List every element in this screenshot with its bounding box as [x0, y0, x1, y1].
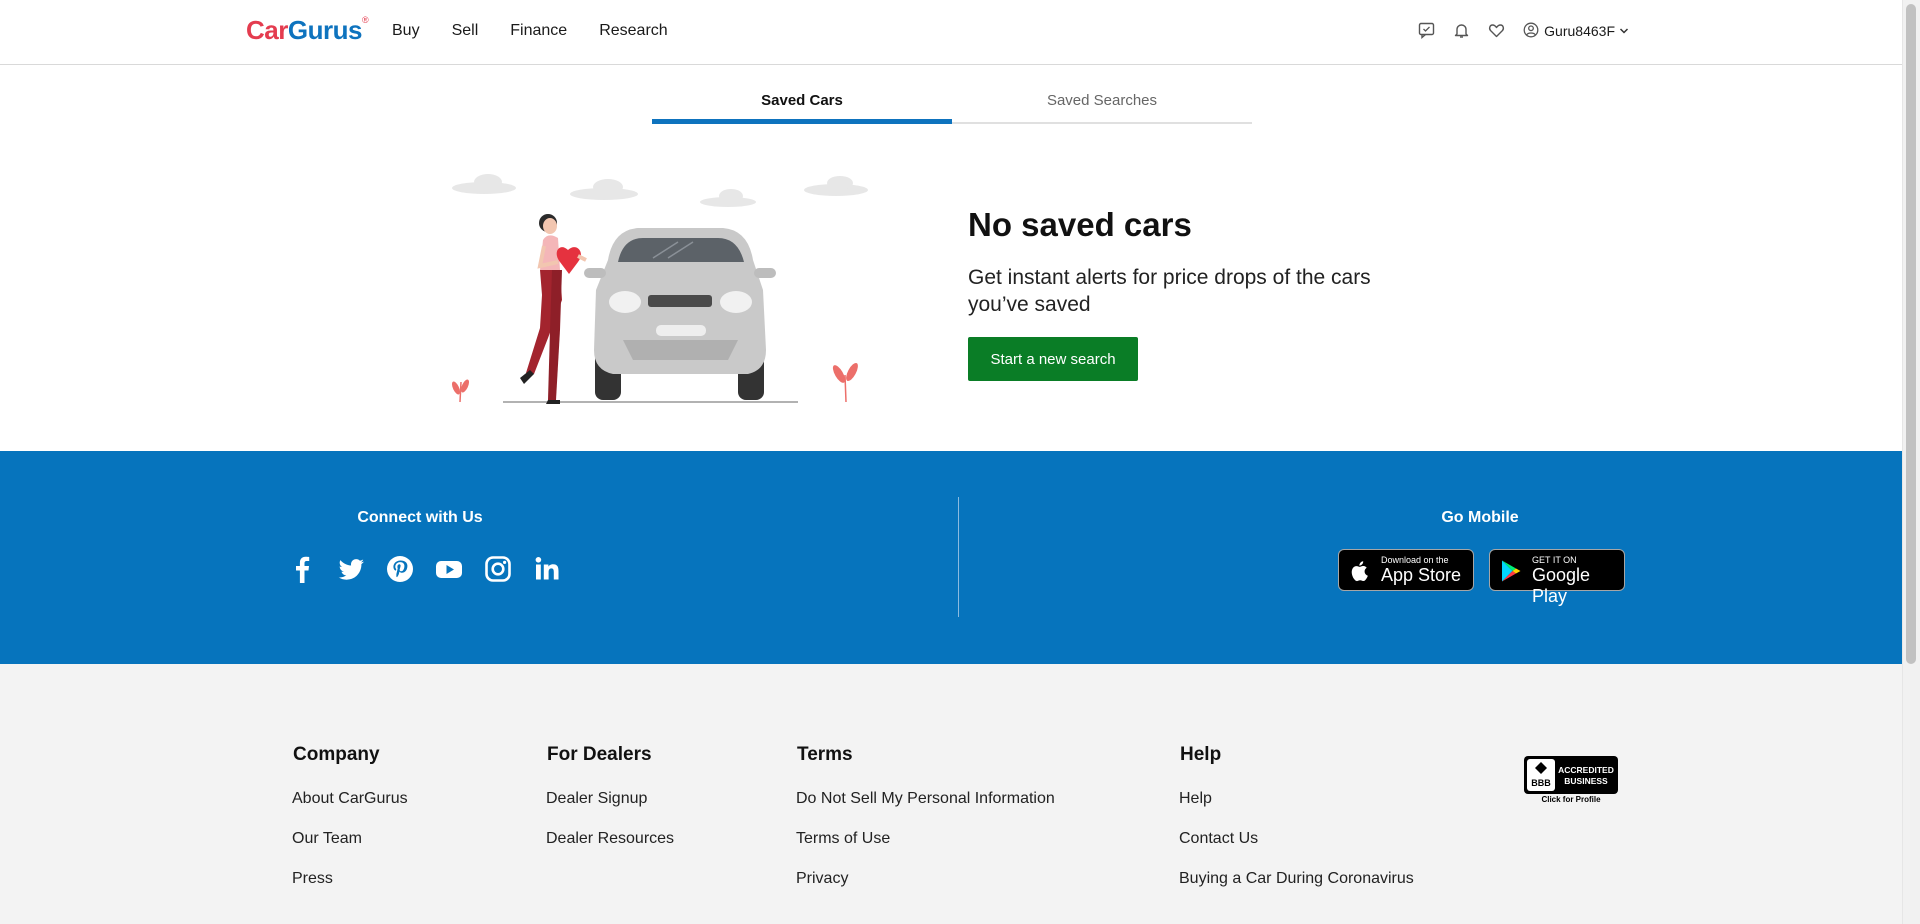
- nav-finance[interactable]: Finance: [510, 22, 567, 40]
- footer-link-contact[interactable]: Contact Us: [1179, 830, 1414, 848]
- footer-col-dealers: For Dealers Dealer Signup Dealer Resourc…: [546, 744, 674, 870]
- apple-icon: [1351, 561, 1368, 582]
- footer-col-help: Help Help Contact Us Buying a Car During…: [1179, 744, 1414, 910]
- empty-state-illustration: [451, 174, 868, 404]
- connect-title: Connect with Us: [357, 509, 483, 526]
- username-label: Guru8463F: [1544, 22, 1615, 39]
- tab-saved-searches[interactable]: Saved Searches: [952, 88, 1252, 122]
- footer-link-help[interactable]: Help: [1179, 790, 1414, 808]
- footer-link-terms-of-use[interactable]: Terms of Use: [796, 830, 1055, 848]
- nav-buy[interactable]: Buy: [392, 22, 420, 40]
- footer-col-terms: Terms Do Not Sell My Personal Informatio…: [796, 744, 1055, 910]
- footer-link-dealer-signup[interactable]: Dealer Signup: [546, 790, 674, 808]
- twitter-icon[interactable]: [336, 554, 366, 584]
- linkedin-icon[interactable]: [532, 554, 562, 584]
- bbb-line2: BUSINESS: [1564, 776, 1608, 786]
- footer-link-do-not-sell[interactable]: Do Not Sell My Personal Information: [796, 790, 1055, 808]
- facebook-icon[interactable]: [287, 554, 317, 584]
- pinterest-icon[interactable]: [385, 554, 415, 584]
- user-menu[interactable]: Guru8463F: [1523, 22, 1629, 39]
- footer-heading-help: Help: [1180, 744, 1222, 765]
- google-play-badge[interactable]: GET IT ON Google Play: [1489, 549, 1625, 606]
- bbb-line1: ACCREDITED: [1558, 765, 1614, 775]
- google-play-icon: [1502, 560, 1521, 582]
- chevron-down-icon: [1619, 23, 1629, 39]
- main-nav: Buy Sell Finance Research: [392, 22, 700, 40]
- footer-link-coronavirus[interactable]: Buying a Car During Coronavirus: [1179, 870, 1414, 888]
- empty-state-subtitle: Get instant alerts for price drops of th…: [968, 266, 1371, 316]
- app-store-small-text: Download on the: [1381, 555, 1449, 565]
- google-play-small-text: GET IT ON: [1532, 555, 1577, 565]
- footer-link-about[interactable]: About CarGurus: [292, 790, 408, 808]
- nav-research[interactable]: Research: [599, 22, 667, 40]
- bbb-caption: Click for Profile: [1541, 795, 1601, 804]
- footer-link-press[interactable]: Press: [292, 870, 408, 888]
- footer-link-dealer-resources[interactable]: Dealer Resources: [546, 830, 674, 848]
- footer-heading-company: Company: [293, 744, 380, 765]
- tab-saved-cars[interactable]: Saved Cars: [652, 88, 952, 124]
- youtube-icon[interactable]: [434, 554, 464, 584]
- google-play-big-text: Google Play: [1532, 565, 1591, 606]
- bbb-mark: BBB: [1531, 778, 1551, 788]
- start-new-search-button[interactable]: Start a new search: [968, 337, 1138, 381]
- social-links: [287, 554, 562, 584]
- logo-part-1: Car: [246, 15, 288, 45]
- app-store-badge[interactable]: Download on the App Store: [1338, 549, 1474, 591]
- social-band: Connect with Us Go Mobile Download on th…: [0, 451, 1903, 664]
- footer-heading-dealers: For Dealers: [547, 744, 652, 765]
- page: CarGurus® Buy Sell Finance Research Guru…: [0, 0, 1903, 924]
- header-actions: Guru8463F: [1418, 22, 1629, 40]
- cargurus-logo[interactable]: CarGurus®: [246, 15, 369, 46]
- logo-part-2: Gurus: [287, 15, 363, 45]
- saved-tabs: Saved Cars Saved Searches: [652, 88, 1252, 124]
- scrollbar-thumb[interactable]: [1906, 4, 1916, 664]
- footer-heading-terms: Terms: [797, 744, 853, 765]
- user-circle-icon: [1523, 22, 1540, 39]
- footer-link-team[interactable]: Our Team: [292, 830, 408, 848]
- empty-state-title: No saved cars: [968, 206, 1192, 243]
- top-header: CarGurus® Buy Sell Finance Research Guru…: [0, 0, 1903, 65]
- vertical-scrollbar[interactable]: [1902, 0, 1920, 924]
- footer-link-privacy[interactable]: Privacy: [796, 870, 1055, 888]
- band-divider: [958, 497, 959, 617]
- app-store-big-text: App Store: [1381, 565, 1462, 585]
- bbb-accredited-badge[interactable]: BBB ACCREDITED BUSINESS Click for Profil…: [1524, 756, 1618, 804]
- chat-icon[interactable]: [1418, 22, 1435, 40]
- bell-icon[interactable]: [1453, 22, 1470, 39]
- instagram-icon[interactable]: [483, 554, 513, 584]
- footer-col-company: Company About CarGurus Our Team Press: [292, 744, 408, 910]
- heart-icon[interactable]: [1488, 22, 1505, 39]
- go-mobile-title: Go Mobile: [1441, 509, 1519, 526]
- nav-sell[interactable]: Sell: [452, 22, 479, 40]
- logo-registered-mark: ®: [361, 15, 369, 26]
- site-footer: Company About CarGurus Our Team Press Fo…: [0, 664, 1903, 924]
